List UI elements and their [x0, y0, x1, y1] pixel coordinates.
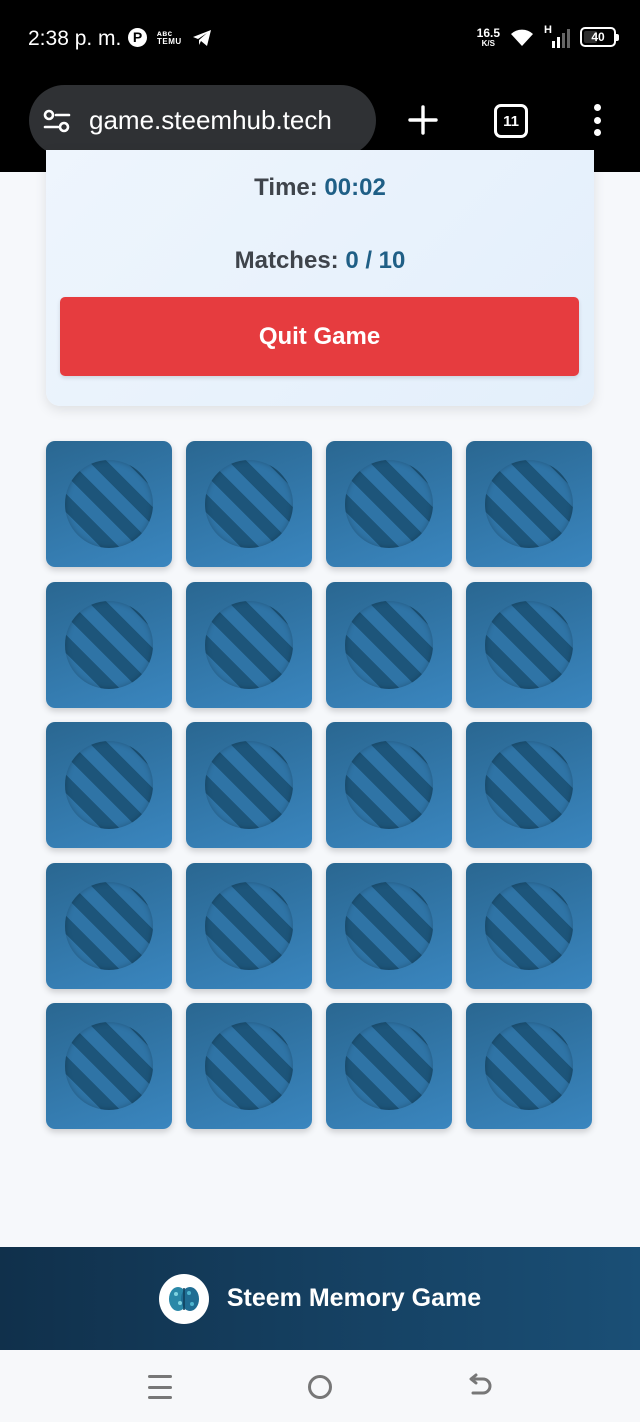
memory-card[interactable] [186, 1003, 312, 1129]
recents-button[interactable] [145, 1372, 175, 1402]
site-footer: Steem Memory Game [0, 1247, 640, 1350]
matches-value: 0 / 10 [345, 247, 406, 274]
card-back-pattern-icon [205, 1022, 293, 1110]
card-back-pattern-icon [345, 460, 433, 548]
memory-card[interactable] [46, 862, 172, 989]
memory-card[interactable] [46, 1003, 172, 1129]
notification-icons: P ᴀʙᴄ TEMU [128, 28, 212, 47]
memory-card[interactable] [186, 441, 312, 567]
back-arrow-icon [469, 1373, 492, 1395]
memory-card[interactable] [46, 581, 172, 708]
memory-card[interactable] [326, 862, 452, 989]
menu-dot-icon [593, 116, 601, 124]
address-bar[interactable]: game.steemhub.tech [29, 85, 376, 156]
wifi-icon [511, 29, 533, 46]
telegram-icon [192, 29, 211, 46]
card-back-pattern-icon [205, 460, 293, 548]
menu-dot-icon [593, 129, 601, 136]
card-back-pattern-icon [65, 881, 153, 970]
status-bar: 2:38 p. m. P ᴀʙᴄ TEMU 16.5 K/S H 40 [0, 0, 640, 80]
card-back-pattern-icon [65, 1022, 153, 1110]
menu-dot-icon [593, 104, 601, 111]
network-speed: 16.5 K/S [477, 27, 500, 48]
match-counter: Matches: 0 / 10 [46, 247, 594, 275]
timer: Time: 00:02 [46, 174, 594, 202]
browser-menu-button[interactable] [586, 100, 608, 140]
signal-icon: H [544, 24, 570, 48]
new-tab-button[interactable] [403, 100, 443, 140]
card-back-pattern-icon [485, 741, 573, 829]
card-grid [46, 441, 594, 1129]
timer-label: Time: [254, 174, 318, 201]
site-settings-icon[interactable] [43, 109, 71, 133]
system-icons: 16.5 K/S H 40 [477, 24, 619, 48]
network-type: H [544, 24, 552, 36]
memory-card[interactable] [186, 581, 312, 708]
card-back-pattern-icon [485, 600, 573, 689]
memory-card[interactable] [466, 1003, 592, 1129]
brain-icon [158, 1273, 209, 1324]
tab-switcher-button[interactable]: 11 [494, 104, 528, 138]
memory-card[interactable] [186, 722, 312, 848]
temu-icon-label: TEMU [157, 36, 182, 46]
memory-card[interactable] [466, 441, 592, 567]
home-circle-icon [308, 1375, 332, 1399]
card-back-pattern-icon [65, 600, 153, 689]
memory-card[interactable] [326, 1003, 452, 1129]
pinterest-icon: P [128, 28, 147, 47]
card-back-pattern-icon [345, 1022, 433, 1110]
menu-line-icon [148, 1396, 172, 1399]
back-button[interactable] [465, 1372, 495, 1402]
memory-card[interactable] [46, 722, 172, 848]
menu-line-icon [148, 1385, 172, 1389]
url-text[interactable]: game.steemhub.tech [89, 105, 332, 136]
home-button[interactable] [305, 1372, 335, 1402]
memory-card[interactable] [466, 862, 592, 989]
card-back-pattern-icon [205, 741, 293, 829]
card-back-pattern-icon [485, 460, 573, 548]
matches-label: Matches: [234, 247, 339, 274]
card-back-pattern-icon [65, 741, 153, 829]
memory-card[interactable] [326, 441, 452, 567]
battery-level: 40 [591, 30, 605, 44]
game-info-panel: Time: 00:02 Matches: 0 / 10 Quit Game [46, 150, 594, 406]
memory-card[interactable] [186, 862, 312, 989]
memory-card[interactable] [326, 722, 452, 848]
card-back-pattern-icon [485, 881, 573, 970]
card-back-pattern-icon [345, 741, 433, 829]
network-speed-value: 16.5 [476, 25, 500, 40]
memory-card[interactable] [466, 722, 592, 848]
quit-game-button[interactable]: Quit Game [60, 297, 579, 376]
card-back-pattern-icon [205, 600, 293, 689]
system-navigation-bar [0, 1350, 640, 1422]
plus-icon [408, 105, 438, 135]
tab-count: 11 [503, 112, 519, 130]
card-back-pattern-icon [345, 600, 433, 689]
status-time: 2:38 p. m. [28, 27, 122, 50]
network-speed-unit: K/S [481, 38, 495, 48]
card-back-pattern-icon [345, 881, 433, 970]
battery-icon: 40 [580, 27, 619, 47]
timer-value: 00:02 [324, 174, 386, 201]
card-back-pattern-icon [485, 1022, 573, 1110]
menu-line-icon [148, 1375, 172, 1378]
card-back-pattern-icon [65, 460, 153, 548]
temu-icon: ᴀʙᴄ TEMU [157, 29, 182, 46]
card-back-pattern-icon [205, 881, 293, 970]
memory-card[interactable] [326, 581, 452, 708]
memory-card[interactable] [466, 581, 592, 708]
footer-title: Steem Memory Game [226, 1284, 482, 1312]
memory-card[interactable] [46, 441, 172, 567]
